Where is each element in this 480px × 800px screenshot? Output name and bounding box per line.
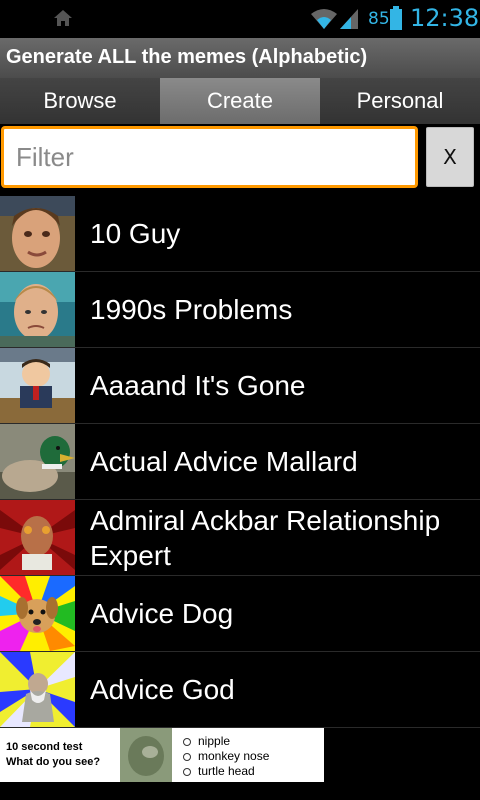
- list-item[interactable]: Advice Dog: [0, 576, 480, 652]
- list-item[interactable]: 10 Guy: [0, 196, 480, 272]
- 1990s-problems-thumbnail: [0, 272, 75, 347]
- app-title-bar: Generate ALL the memes (Alphabetic): [0, 38, 480, 78]
- meme-label: Actual Advice Mallard: [90, 446, 358, 477]
- tab-browse[interactable]: Browse: [0, 78, 160, 124]
- clear-filter-button[interactable]: X: [426, 127, 474, 187]
- meme-label: 10 Guy: [90, 218, 181, 249]
- list-item[interactable]: Aaaand It's Gone: [0, 348, 480, 424]
- ad-line-1: 10 second test: [6, 741, 83, 753]
- ad-banner[interactable]: 10 second test What do you see? nipple m…: [0, 728, 324, 782]
- ad-option-label: nipple: [198, 734, 231, 748]
- meme-label: Advice Dog: [90, 598, 234, 629]
- radio-icon: [183, 737, 191, 746]
- home-icon: [54, 10, 72, 26]
- meme-label: Admiral Ackbar Relationship Expert: [90, 504, 441, 571]
- wifi-icon: [311, 9, 337, 29]
- aaaand-its-gone-thumbnail: [0, 348, 75, 423]
- list-item[interactable]: 1990s Problems: [0, 272, 480, 348]
- status-bar: 85 12:38: [0, 0, 480, 38]
- actual-advice-mallard-thumbnail: [0, 424, 75, 499]
- filter-row: X: [0, 124, 480, 194]
- tab-bar: Browse Create Personal: [0, 78, 480, 124]
- tab-create[interactable]: Create: [160, 78, 320, 124]
- ad-option-label: turtle head: [198, 764, 255, 778]
- filter-input[interactable]: [1, 126, 418, 188]
- clock: 12:38: [410, 4, 480, 32]
- 10-guy-thumbnail: [0, 196, 75, 271]
- meme-label: 1990s Problems: [90, 294, 293, 325]
- app-title: Generate ALL the memes (Alphabetic): [6, 46, 368, 68]
- list-item[interactable]: Admiral Ackbar Relationship Expert: [0, 500, 480, 576]
- ad-option-label: monkey nose: [198, 749, 270, 763]
- ad-option[interactable]: turtle head: [183, 764, 269, 779]
- ad-option[interactable]: monkey nose: [183, 749, 269, 764]
- advice-dog-thumbnail: [0, 576, 75, 651]
- meme-list: 10 Guy 1990s Problems Aaaand It's Gone A…: [0, 196, 480, 728]
- radio-icon: [183, 752, 191, 761]
- ad-line-2: What do you see?: [6, 756, 101, 768]
- list-item[interactable]: Advice God: [0, 652, 480, 728]
- list-item[interactable]: Actual Advice Mallard: [0, 424, 480, 500]
- admiral-ackbar-thumbnail: [0, 500, 75, 575]
- ad-headline: 10 second test What do you see?: [6, 740, 100, 770]
- ad-option[interactable]: nipple: [183, 734, 269, 749]
- battery-percent: 85: [368, 9, 390, 29]
- signal-icon: [340, 9, 358, 29]
- ad-image: [120, 728, 172, 782]
- tab-personal[interactable]: Personal: [320, 78, 480, 124]
- battery-icon: [390, 6, 402, 30]
- radio-icon: [183, 767, 191, 776]
- ad-options: nipple monkey nose turtle head: [183, 734, 269, 779]
- meme-label: Advice God: [90, 674, 235, 705]
- meme-label: Aaaand It's Gone: [90, 370, 306, 401]
- advice-god-thumbnail: [0, 652, 75, 727]
